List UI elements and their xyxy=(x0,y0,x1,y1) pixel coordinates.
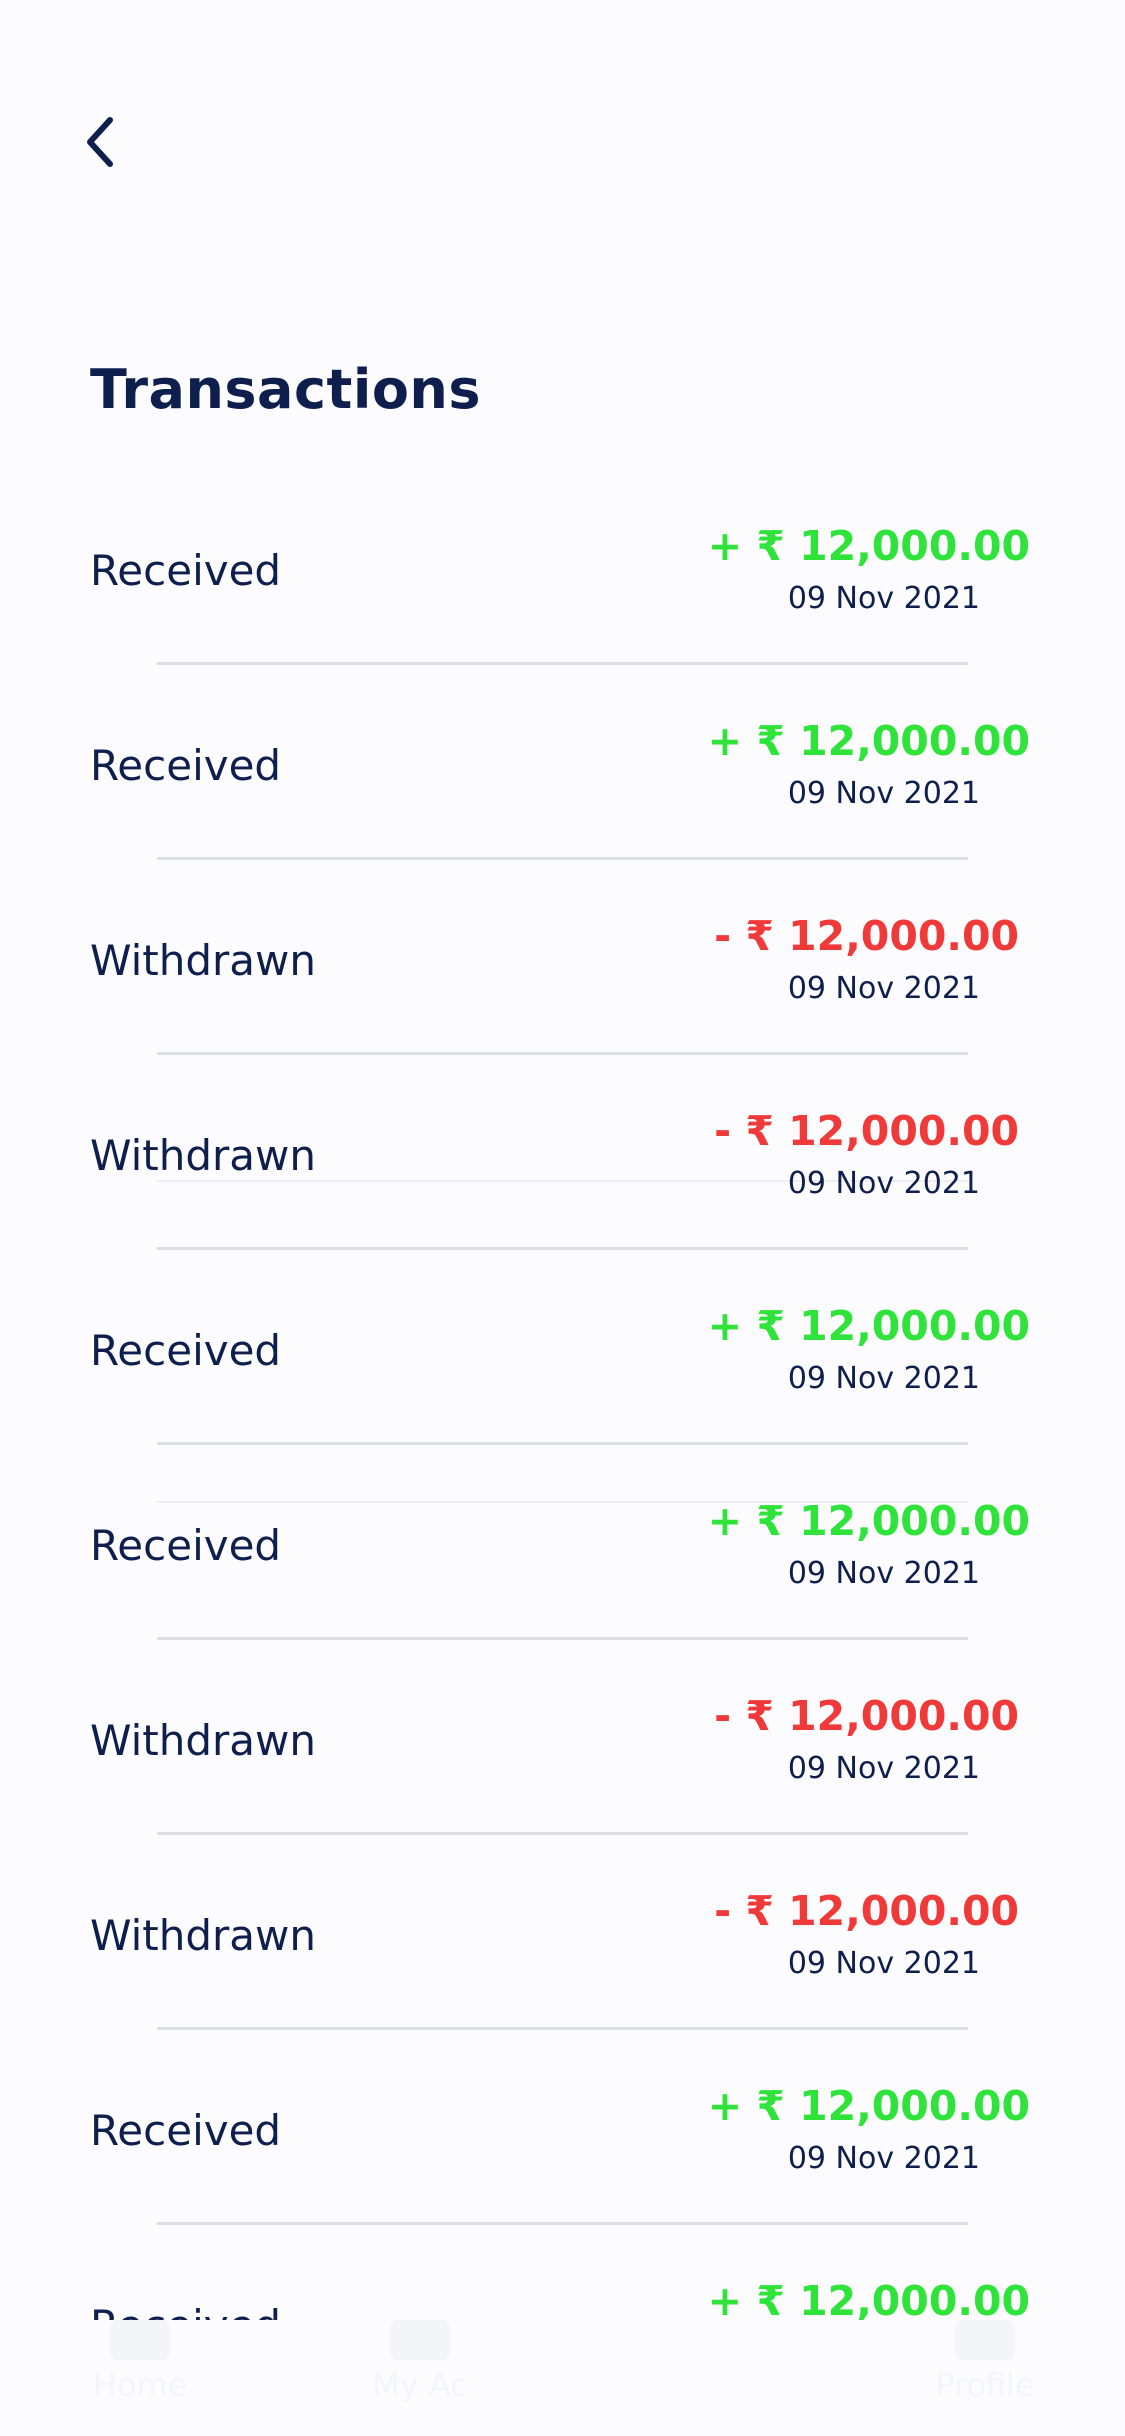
transaction-label: Withdrawn xyxy=(90,1131,316,1180)
transaction-date: 09 Nov 2021 xyxy=(787,2141,980,2176)
transaction-date: 09 Nov 2021 xyxy=(787,581,980,616)
nav-label: Profile xyxy=(935,2366,1035,2404)
transaction-amount: + ₹ 12,000.00 xyxy=(707,2082,1030,2130)
transaction-date: 09 Nov 2021 xyxy=(787,1166,980,1201)
transaction-amount: - ₹ 12,000.00 xyxy=(714,1692,1019,1740)
account-icon xyxy=(390,2320,450,2360)
divider xyxy=(157,662,968,665)
transaction-date: 09 Nov 2021 xyxy=(787,1946,980,1981)
transaction-row[interactable]: Received+ ₹ 12,000.0009 Nov 2021 xyxy=(0,2277,1125,2320)
transaction-row[interactable]: Withdrawn - ₹ 12,000.00 09 Nov 2021 xyxy=(0,1107,1125,1302)
divider xyxy=(157,1442,968,1445)
transaction-list[interactable]: Received + ₹ 12,000.00 09 Nov 2021 Received… xyxy=(0,0,1125,2320)
transaction-row[interactable]: Received + ₹ 12,000.00 09 Nov 2021 xyxy=(0,1302,1125,1497)
transaction-label: Received xyxy=(90,2301,281,2320)
transaction-row[interactable]: Withdrawn - ₹ 12,000.00 09 Nov 2021 xyxy=(0,1692,1125,1887)
transaction-date: 09 Nov 2021 xyxy=(787,1361,980,1396)
transaction-label: Received xyxy=(90,2106,282,2155)
divider xyxy=(157,1247,968,1250)
transaction-label: Received xyxy=(90,546,282,595)
nav-my-account[interactable]: My Ac xyxy=(330,2320,510,2436)
nav-label: My Ac xyxy=(372,2366,468,2404)
nav-profile[interactable]: Profile xyxy=(895,2320,1075,2436)
transaction-amount: - ₹ 12,000.00 xyxy=(714,1887,1019,1935)
transaction-amount: + ₹ 12,000.00 xyxy=(707,717,1030,765)
transaction-label: Withdrawn xyxy=(90,1911,316,1960)
bottom-navigation: Home My Ac Profile xyxy=(0,2320,1125,2436)
transaction-date: 09 Nov 2021 xyxy=(787,971,980,1006)
transaction-row[interactable]: Withdrawn - ₹ 12,000.00 09 Nov 2021 xyxy=(0,1887,1125,2082)
transaction-row[interactable]: Withdrawn - ₹ 12,000.00 09 Nov 2021 xyxy=(0,912,1125,1107)
transaction-date: 09 Nov 2021 xyxy=(787,1751,980,1786)
profile-icon xyxy=(955,2320,1015,2360)
divider xyxy=(157,2027,968,2030)
transaction-row[interactable]: Received + ₹ 12,000.00 09 Nov 2021 xyxy=(0,717,1125,912)
divider xyxy=(157,2222,968,2225)
transaction-label: Received xyxy=(90,1326,282,1375)
transaction-label: Withdrawn xyxy=(90,1716,316,1765)
transaction-amount: - ₹ 12,000.00 xyxy=(714,1107,1019,1155)
transaction-row[interactable]: Received + ₹ 12,000.00 09 Nov 2021 xyxy=(0,2082,1125,2277)
nav-label: Home xyxy=(92,2366,188,2404)
transaction-amount: + ₹ 12,000.00 xyxy=(707,522,1030,570)
home-icon xyxy=(110,2320,170,2360)
transaction-row[interactable]: Received + ₹ 12,000.00 09 Nov 2021 xyxy=(0,1497,1125,1692)
transaction-label: Received xyxy=(90,1521,282,1570)
transaction-label: Withdrawn xyxy=(90,936,316,985)
transaction-date: 09 Nov 2021 xyxy=(787,776,980,811)
divider xyxy=(157,1832,968,1835)
transaction-row[interactable]: Received + ₹ 12,000.00 09 Nov 2021 xyxy=(0,522,1125,717)
divider xyxy=(157,1637,968,1640)
transaction-label: Received xyxy=(90,741,282,790)
transaction-amount: + ₹ 12,000.00 xyxy=(707,1497,1030,1545)
divider xyxy=(157,857,968,860)
transaction-amount: - ₹ 12,000.00 xyxy=(714,912,1019,960)
divider xyxy=(157,1052,968,1055)
transaction-amount: + ₹ 12,000.00 xyxy=(707,1302,1030,1350)
transaction-amount: + ₹ 12,000.00 xyxy=(707,2277,1030,2320)
transaction-date: 09 Nov 2021 xyxy=(787,1556,980,1591)
nav-home[interactable]: Home xyxy=(50,2320,230,2436)
